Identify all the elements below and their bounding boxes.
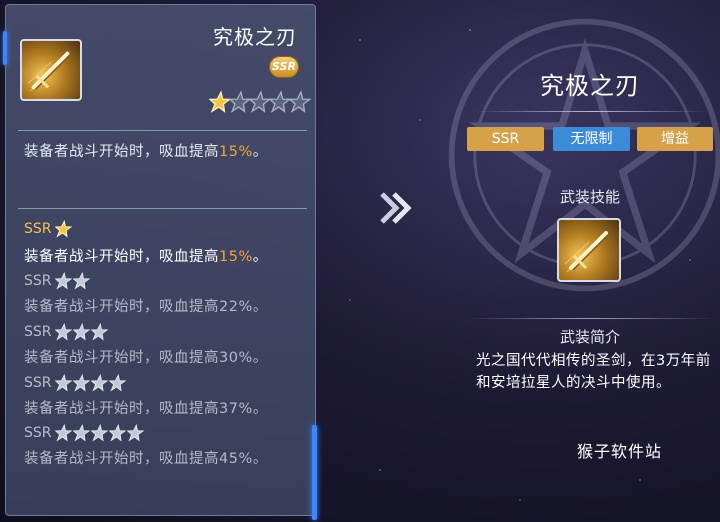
rarity-tag: SSR (467, 127, 544, 151)
star-icon (90, 374, 108, 392)
rarity-label: SSR (24, 221, 52, 237)
divider (467, 318, 715, 319)
star-level-effect: 装备者战斗开始时，吸血提高45%。 (24, 451, 268, 467)
star-level-header: SSR (24, 423, 144, 443)
star-icon (72, 374, 90, 392)
detail-title: 究极之刃 (540, 72, 640, 100)
rarity-label: SSR (24, 425, 52, 441)
rarity-label: SSR (24, 273, 52, 289)
double-chevron-right-icon (380, 192, 412, 224)
star-icon (108, 374, 126, 392)
star-level-header: SSR (24, 373, 126, 393)
star-level-header: SSR (24, 271, 90, 291)
current-effect-text: 装备者战斗开始时，吸血提高15%。 (24, 144, 268, 160)
star-level-effect: 装备者战斗开始时，吸血提高30%。 (24, 350, 268, 366)
star-icon (108, 424, 126, 442)
star-icon (126, 424, 144, 442)
star-icon (54, 374, 72, 392)
star-icon (54, 424, 72, 442)
star-icon (54, 272, 72, 290)
equipment-info-panel: 究极之刃 SSR 装备者战斗开始时，吸血提高15%。 SSR 装备者战斗开始时，吸… (3, 4, 317, 520)
star-level-header: SSR (24, 219, 72, 239)
star-icon (269, 90, 291, 113)
rarity-label: SSR (24, 324, 52, 340)
star-icon (90, 323, 108, 341)
star-icon (90, 424, 108, 442)
intro-section-label: 武装简介 (559, 328, 620, 346)
star-icon (72, 272, 90, 290)
skill-section-label: 武装技能 (559, 188, 620, 206)
star-icon (54, 220, 72, 238)
star-rating (209, 89, 311, 115)
divider (475, 111, 707, 112)
star-level-effect: 装备者战斗开始时，吸血提高37%。 (24, 401, 268, 417)
star-level-effect: 装备者战斗开始时，吸血提高22%。 (24, 299, 268, 315)
star-icon (249, 90, 271, 113)
divider (18, 208, 307, 209)
sword-icon[interactable] (557, 218, 621, 282)
rarity-label: SSR (24, 375, 52, 391)
star-level-header: SSR (24, 322, 108, 342)
star-icon (72, 323, 90, 341)
watermark: 猴子软件站 (577, 442, 663, 461)
star-icon (54, 323, 72, 341)
intro-text: 光之国代代相传的圣剑，在3万年前和安培拉星人的决斗中使用。 (476, 353, 711, 391)
item-title: 究极之刃 (213, 25, 297, 49)
type-tag: 增益 (637, 127, 713, 151)
rarity-badge: SSR (269, 56, 299, 78)
panel-edge-glow (3, 31, 7, 65)
star-icon (229, 90, 251, 113)
divider (18, 130, 307, 131)
star-icon (209, 90, 231, 113)
usage-tag: 无限制 (553, 127, 630, 151)
sword-icon[interactable] (20, 39, 82, 101)
panel-edge-glow (312, 425, 317, 520)
star-icon (72, 424, 90, 442)
star-icon (289, 90, 311, 113)
star-level-effect: 装备者战斗开始时，吸血提高15%。 (24, 249, 268, 265)
